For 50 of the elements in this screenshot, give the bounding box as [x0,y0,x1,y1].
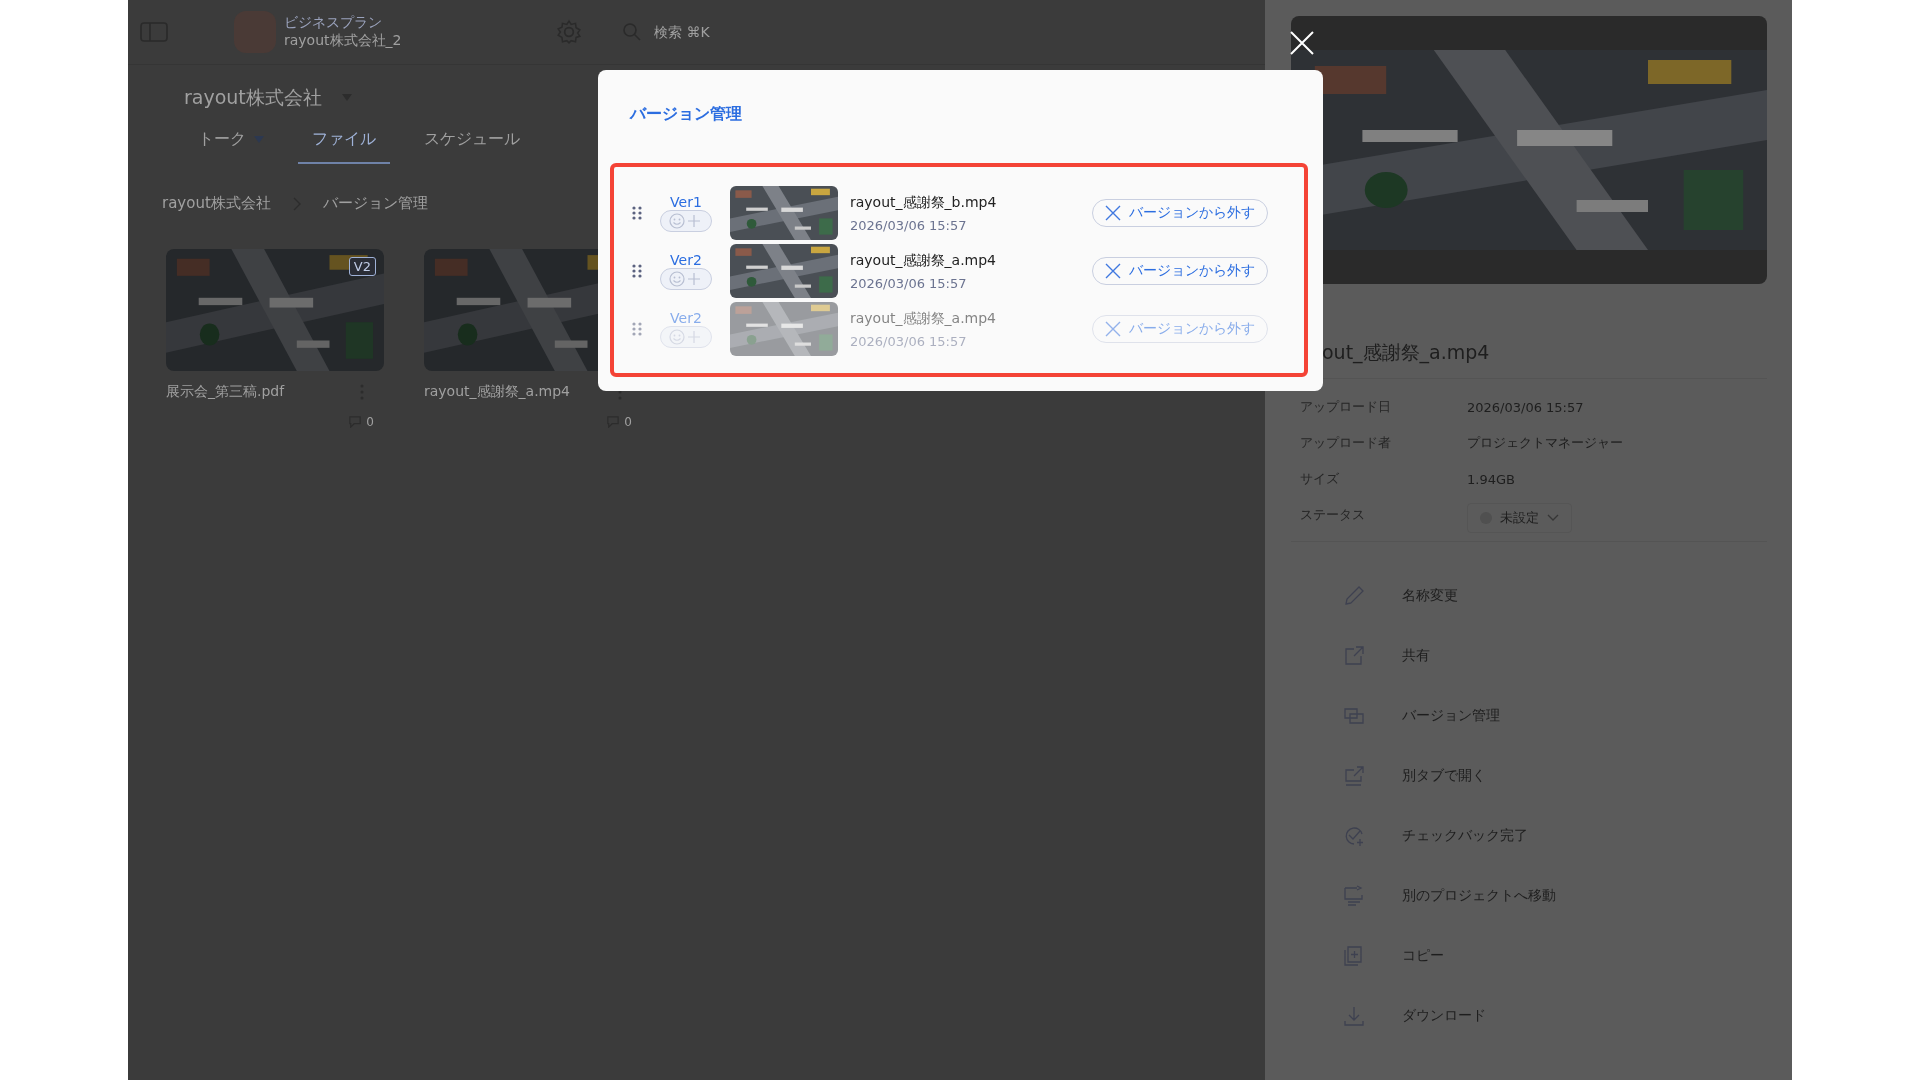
file-date: 2026/03/06 15:57 [850,333,968,349]
remove-version-button[interactable]: バージョンから外す [1092,257,1268,285]
drag-handle-icon[interactable] [632,322,642,336]
version-label: Ver2 [670,310,702,326]
close-icon [1105,205,1121,221]
close-icon [1105,263,1121,279]
chevron-icon [1547,514,1559,522]
project-title[interactable]: rayout株式会社 [184,85,322,111]
remove-version-button[interactable]: バージョンから外す [1092,315,1268,343]
file-date: 2026/03/06 15:57 [850,217,968,233]
menu-item[interactable]: コピー [1291,926,1767,986]
open-external-icon [1342,764,1366,788]
close-icon[interactable] [1290,31,1314,55]
dialog-title: バージョン管理 [628,104,743,125]
menu-item[interactable]: 名称変更 [1291,566,1767,626]
file-name: rayout_感謝祭_b.mp4 [850,193,998,212]
file-date: 2026/03/06 15:57 [850,275,968,291]
share-icon [1342,644,1366,668]
version-label: Ver1 [670,194,702,210]
menu-item[interactable]: 別タブで開く [1291,746,1767,806]
file-name[interactable]: rayout_感謝祭_a.mp4 [424,383,570,401]
drag-handle-icon[interactable] [632,206,642,220]
pencil-icon [1342,584,1366,608]
menu-item[interactable]: 共有 [1291,626,1767,686]
breadcrumb-item[interactable]: バージョン管理 [322,194,428,213]
reaction-button[interactable] [660,268,712,290]
move-icon [1342,884,1366,908]
version-label: Ver2 [670,252,702,268]
plan-label: ビジネスプラン [284,14,383,32]
breadcrumb-item[interactable]: rayout株式会社 [162,194,271,213]
tab[interactable]: ファイル [298,123,390,164]
field-value: 2026/03/06 15:57 [1467,399,1584,415]
version-badge: V2 [348,257,376,276]
comment-count: 0 [624,415,632,429]
search-field[interactable]: 検索 ⌘K [652,23,776,41]
comment-count: 0 [366,415,374,429]
tab[interactable]: トーク [184,123,278,164]
drag-handle-icon[interactable] [632,264,642,278]
status-dropdown[interactable]: 未設定 [1467,503,1572,533]
download-icon [1342,1004,1366,1028]
file-name[interactable]: 展示会_第三稿.pdf [166,383,285,401]
reaction-button[interactable] [660,210,712,232]
workspace-name: rayout株式会社_2 [284,32,403,50]
file-name: rayout_感謝祭_a.mp4 [850,309,997,328]
field-value: 1.94GB [1467,471,1515,487]
reaction-button[interactable] [660,326,712,348]
close-icon [1105,321,1121,337]
tab[interactable]: スケジュール [410,123,534,164]
remove-version-button[interactable]: バージョンから外す [1092,199,1268,227]
file-name: rayout_感謝祭_a.mp4 [850,251,997,270]
